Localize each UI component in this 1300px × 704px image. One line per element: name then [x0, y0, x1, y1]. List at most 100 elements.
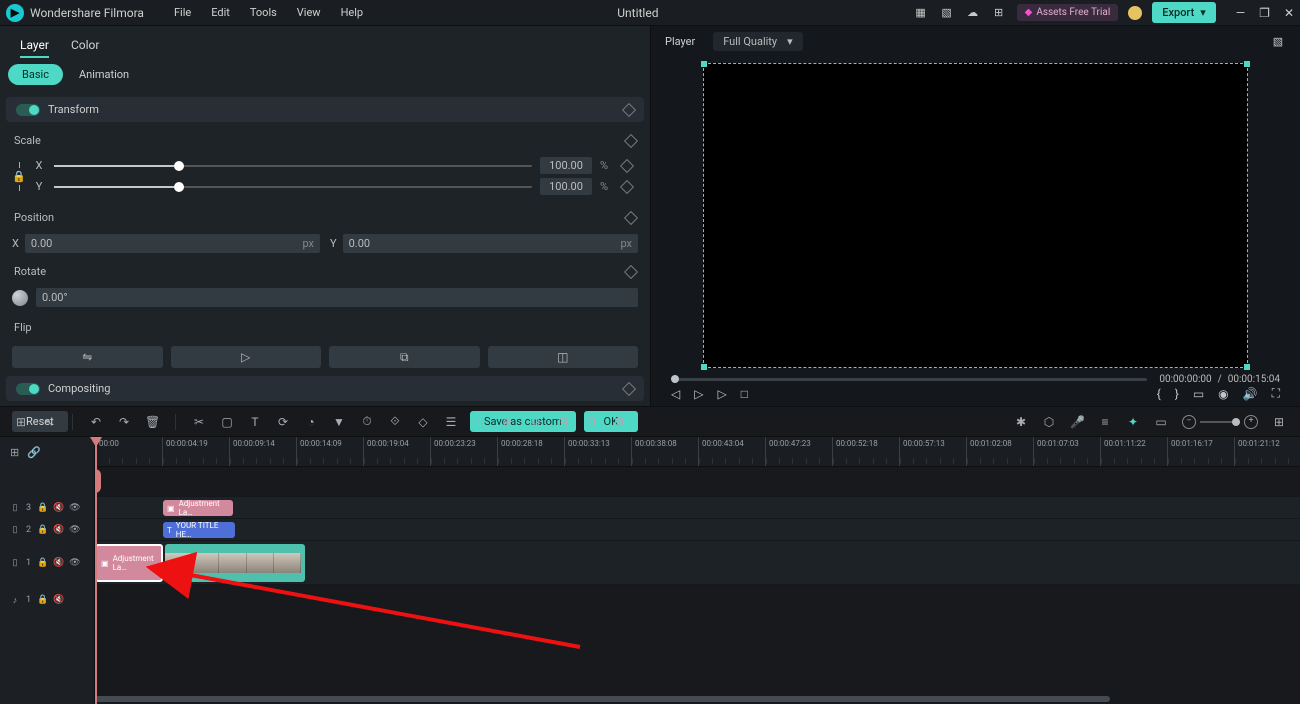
scale-x-slider[interactable]	[54, 165, 532, 167]
color-icon[interactable]: ◔	[304, 415, 318, 429]
shield-icon[interactable]: ⬡	[1042, 415, 1056, 429]
menu-tools[interactable]: Tools	[250, 6, 277, 19]
snap-icon[interactable]: ✦	[1126, 415, 1140, 429]
mute-icon[interactable]: 🔇	[53, 525, 63, 535]
more5-icon[interactable]: ⊡	[584, 415, 598, 429]
add-track-icon[interactable]: ⊞	[10, 446, 19, 459]
scale-y-value[interactable]: 100.00	[540, 178, 592, 195]
delete-icon[interactable]: 🗑	[145, 415, 159, 429]
keyframe-icon[interactable]	[620, 158, 634, 172]
preview-canvas[interactable]	[703, 63, 1248, 368]
export-button[interactable]: Export ▾	[1152, 2, 1216, 23]
maximize-button[interactable]: ❐	[1259, 6, 1270, 20]
subtab-animation[interactable]: Animation	[65, 64, 143, 85]
track-header-a1[interactable]: ♪1 🔒 🔇	[0, 585, 94, 615]
keyframe-icon[interactable]	[622, 381, 636, 395]
playhead[interactable]	[95, 437, 97, 704]
mic-icon[interactable]: 🎤	[1070, 415, 1084, 429]
redo-icon[interactable]: ↷	[117, 415, 131, 429]
prev-frame-button[interactable]: ◁	[671, 387, 680, 401]
compositing-section-header[interactable]: Compositing	[6, 376, 644, 401]
more6-icon[interactable]: ⊠	[612, 415, 626, 429]
marker-icon[interactable]: ▼	[332, 415, 346, 429]
clip-title[interactable]: T YOUR TITLE HE…	[163, 522, 235, 538]
position-y-input[interactable]: 0.00px	[343, 234, 638, 253]
tab-color[interactable]: Color	[71, 38, 99, 52]
mute-icon[interactable]: 🔇	[53, 595, 63, 605]
mute-icon[interactable]: 🔇	[53, 558, 63, 568]
menu-file[interactable]: File	[174, 6, 191, 19]
select-tool-icon[interactable]: ⊞	[14, 415, 28, 429]
mute-icon[interactable]: 🔇	[53, 503, 63, 513]
arrow-tool-icon[interactable]: ↖	[42, 415, 56, 429]
keyframe-icon[interactable]	[620, 179, 634, 193]
track-header-v1[interactable]: ▯1 🔒 🔇 👁	[0, 541, 94, 585]
transform-toggle[interactable]	[16, 104, 40, 116]
compositing-toggle[interactable]	[16, 383, 40, 395]
speed-icon[interactable]: ⏱	[360, 414, 374, 429]
cut-icon[interactable]: ✂	[192, 415, 206, 429]
link-icon[interactable]: 🔒	[12, 170, 26, 183]
rotate-dial[interactable]	[12, 290, 28, 306]
track-v1[interactable]: ▣ Adjustment La…	[95, 541, 1300, 585]
track-header-v2[interactable]: ▯2 🔒 🔇 👁	[0, 519, 94, 541]
zoom-control[interactable]: − +	[1182, 415, 1258, 429]
volume-icon[interactable]: 🔊	[1243, 387, 1258, 401]
list-icon[interactable]: ≡	[1098, 415, 1112, 429]
clip-adjustment-layer[interactable]: ▣ Adjustment La…	[163, 500, 233, 516]
layout-icon[interactable]: ▦	[913, 5, 929, 21]
keyframe-icon[interactable]	[624, 264, 638, 278]
coin-icon[interactable]	[1128, 6, 1142, 20]
menu-view[interactable]: View	[297, 6, 321, 19]
scale-x-value[interactable]: 100.00	[540, 157, 592, 174]
more2-icon[interactable]: ⊕	[500, 415, 514, 429]
timeline-ruler[interactable]: 00:0000:00:04:1900:00:09:1400:00:14:0900…	[95, 437, 1300, 467]
display-icon[interactable]: ▭	[1193, 387, 1204, 401]
keyframe-icon[interactable]	[624, 210, 638, 224]
assets-trial-button[interactable]: ◆ Assets Free Trial	[1017, 4, 1119, 21]
position-x-input[interactable]: 0.00px	[25, 234, 320, 253]
clip-video[interactable]	[165, 544, 305, 582]
detect-icon[interactable]: ⟐	[388, 414, 402, 429]
crop-icon[interactable]: ▢	[220, 415, 234, 429]
view-mode-icon[interactable]: ⊞	[1272, 415, 1286, 429]
more4-icon[interactable]: ⊟	[556, 415, 570, 429]
keyframe-icon[interactable]	[622, 102, 636, 116]
flip-both[interactable]: ⧉	[329, 346, 480, 368]
transform-section-header[interactable]: Transform	[6, 97, 644, 122]
play-button[interactable]: ▷	[694, 387, 703, 401]
stop-button[interactable]: □	[741, 387, 748, 401]
lock-icon[interactable]: 🔒	[37, 558, 47, 568]
mixer-icon[interactable]: ☰	[444, 415, 458, 429]
zoom-out-icon[interactable]: −	[1182, 415, 1196, 429]
undo-icon[interactable]: ↶	[89, 415, 103, 429]
camera-icon[interactable]: ◉	[1218, 387, 1228, 401]
lock-icon[interactable]: 🔒	[37, 525, 47, 535]
flip-horizontal-button[interactable]: ⇋	[12, 346, 163, 368]
eye-icon[interactable]: 👁	[69, 558, 79, 568]
mark-out-icon[interactable]: }	[1175, 387, 1179, 401]
keyframe-tool-icon[interactable]: ◇	[416, 415, 430, 429]
zoom-in-icon[interactable]: +	[1244, 415, 1258, 429]
scale-y-slider[interactable]	[54, 186, 532, 188]
link-track-icon[interactable]: 🔗	[27, 446, 41, 459]
menu-help[interactable]: Help	[341, 6, 364, 19]
apps-icon[interactable]: ⊞	[991, 5, 1007, 21]
minimize-button[interactable]: —	[1236, 6, 1245, 20]
player-scrubber[interactable]	[671, 378, 1147, 381]
keyframe-icon[interactable]	[624, 133, 638, 147]
text-icon[interactable]: T	[248, 415, 262, 429]
eye-icon[interactable]: 👁	[69, 525, 79, 535]
lock-icon[interactable]: 🔒	[37, 595, 47, 605]
flip-fold-button[interactable]: ◫	[488, 346, 639, 368]
track-v3[interactable]: ▣ Adjustment La…	[95, 497, 1300, 519]
track-v2[interactable]: T YOUR TITLE HE…	[95, 519, 1300, 541]
tab-layer[interactable]: Layer	[20, 38, 49, 52]
more1-icon[interactable]: ⋯	[472, 415, 486, 429]
refresh-icon[interactable]: ⟳	[276, 415, 290, 429]
subtab-basic[interactable]: Basic	[8, 64, 63, 85]
play-forward-button[interactable]: ▷	[717, 387, 726, 401]
rotate-input[interactable]: 0.00°	[36, 288, 638, 307]
flip-vertical-button[interactable]: ▷	[171, 346, 322, 368]
timeline-h-scrollbar[interactable]	[95, 696, 1110, 702]
